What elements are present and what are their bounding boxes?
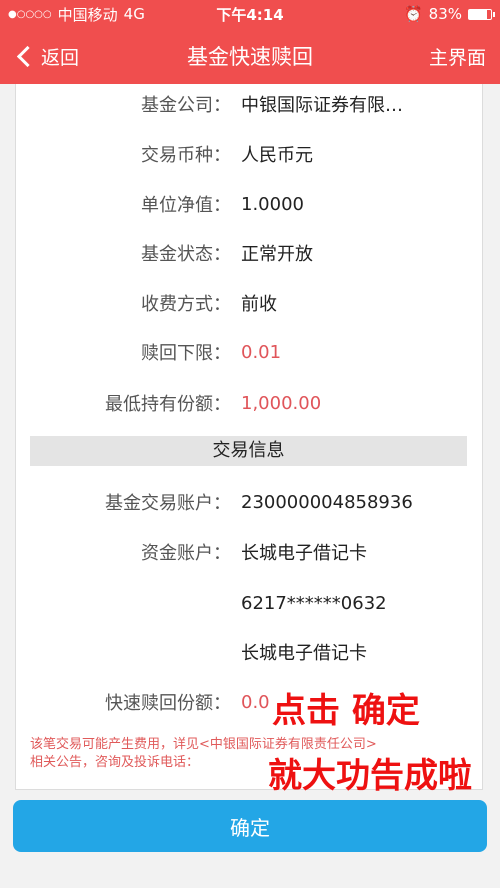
back-label: 返回 <box>41 46 80 69</box>
trade-account-value: 230000004858936 <box>241 491 413 513</box>
trade-account-row: 基金交易账户： 230000004858936 <box>16 486 482 518</box>
status-right: ⏰ 83% <box>312 5 495 23</box>
min-redeem-value: 0.01 <box>241 341 282 363</box>
fund-account-name: 长城电子借记卡 <box>241 543 367 564</box>
home-button[interactable]: 主界面 <box>376 43 486 70</box>
card-name-row: 长城电子借记卡 <box>16 636 482 668</box>
annotation-done: 就大功告成啦 <box>268 756 472 796</box>
battery-fill <box>469 9 488 19</box>
trade-account-label: 基金交易账户： <box>105 493 231 514</box>
fund-company-label: 基金公司： <box>141 95 231 116</box>
fund-status-row: 基金状态： 正常开放 <box>16 237 482 269</box>
status-left: ●○○○○ 中国移动 4G <box>8 4 188 25</box>
currency-row: 交易币种： 人民币元 <box>16 138 482 170</box>
fund-company-row: 基金公司： 中银国际证券有限… <box>16 88 482 120</box>
quick-redeem-label: 快速赎回份额： <box>105 693 231 714</box>
min-hold-label: 最低持有份额： <box>105 394 231 415</box>
battery-icon <box>468 8 495 20</box>
fund-account-label: 资金账户： <box>141 543 231 564</box>
card-number-row: 6217******0632 <box>16 587 482 619</box>
fee-type-row: 收费方式： 前收 <box>16 287 482 319</box>
fee-type-label: 收费方式： <box>141 294 231 315</box>
card-number: 6217******0632 <box>241 592 387 614</box>
card-name: 长城电子借记卡 <box>241 643 367 664</box>
fee-type-value: 前收 <box>241 294 277 315</box>
fund-status-value: 正常开放 <box>241 244 313 265</box>
carrier-name: 中国移动 <box>57 5 118 24</box>
confirm-button[interactable]: 确定 <box>13 800 487 852</box>
page-title: 基金快速赎回 <box>187 45 313 69</box>
trade-info-section-header: 交易信息 <box>30 436 467 466</box>
fund-status-label: 基金状态： <box>141 244 231 265</box>
network-type: 4G <box>123 5 145 23</box>
fund-account-row[interactable]: 资金账户： 长城电子借记卡 <box>16 536 482 568</box>
alarm-clock-icon: ⏰ <box>403 5 423 23</box>
chevron-left-icon <box>16 45 39 67</box>
nav-value-label: 单位净值： <box>141 195 231 216</box>
min-redeem-row: 赎回下限： 0.01 <box>16 336 482 368</box>
nav-value-row: 单位净值： 1.0000 <box>16 188 482 220</box>
currency-value: 人民币元 <box>241 145 313 166</box>
fund-company-value: 中银国际证券有限… <box>241 95 403 116</box>
nav-bar: 返回 基金快速赎回 主界面 <box>0 28 500 84</box>
status-time: 下午4:14 <box>216 5 284 24</box>
battery-percent: 83% <box>428 5 462 23</box>
min-hold-value: 1,000.00 <box>241 392 322 414</box>
nav-value: 1.0000 <box>241 193 304 215</box>
min-redeem-label: 赎回下限： <box>141 343 231 364</box>
signal-strength-icon: ●○○○○ <box>8 8 52 20</box>
status-bar: ●○○○○ 中国移动 4G 下午4:14 ⏰ 83% <box>0 0 500 28</box>
annotation-click-confirm: 点击 确定 <box>272 691 420 731</box>
currency-label: 交易币种： <box>141 145 231 166</box>
min-hold-row: 最低持有份额： 1,000.00 <box>16 387 482 419</box>
back-button[interactable]: 返回 <box>14 43 124 70</box>
